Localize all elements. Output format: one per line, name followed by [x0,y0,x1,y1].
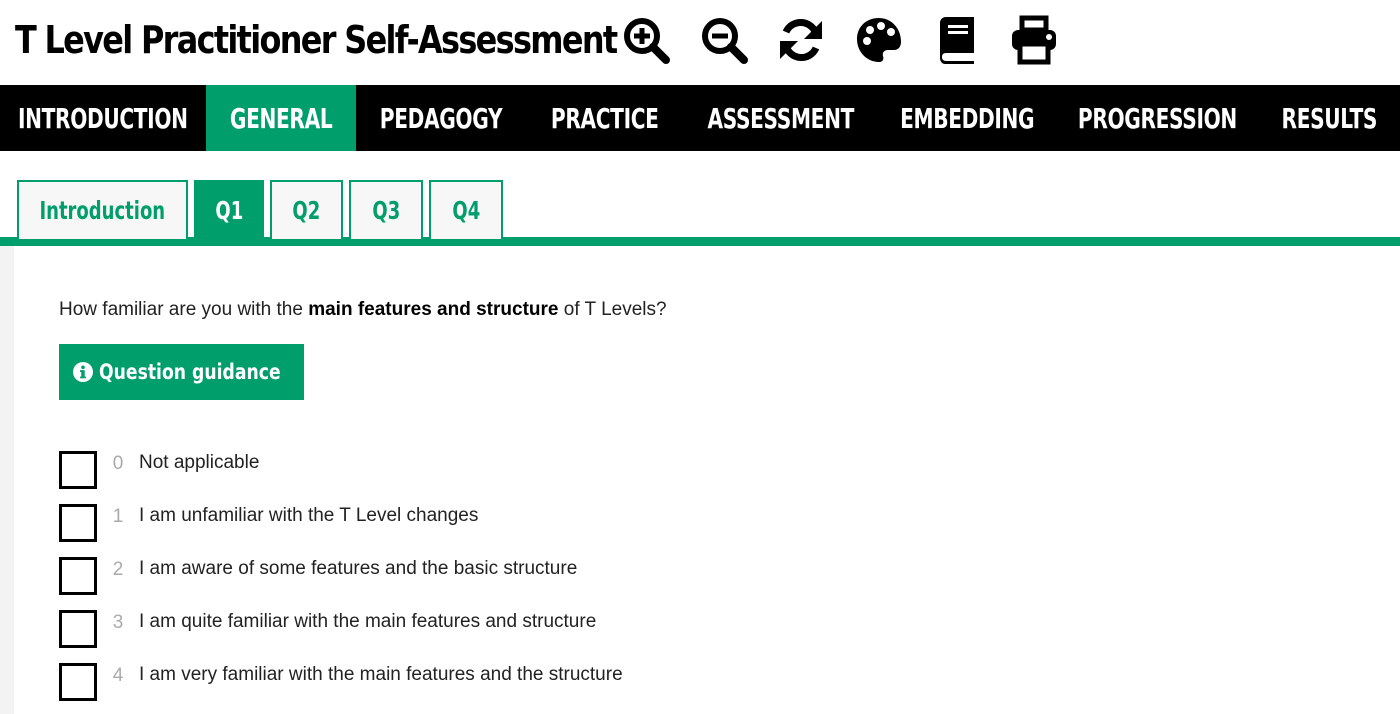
palette-icon [856,18,901,62]
nav-item-introduction[interactable]: INTRODUCTION [0,85,206,151]
tab-q4[interactable]: Q4 [429,180,503,239]
nav-item-pedagogy[interactable]: PEDAGOGY [356,85,526,151]
nav-item-embedding[interactable]: EMBEDDING [878,85,1056,151]
option-number: 1 [112,506,124,527]
question-panel: How familiar are you with the main featu… [0,246,1400,714]
palette-button[interactable] [851,12,907,68]
option-number: 3 [112,612,124,633]
question-tabs: Introduction Q1 Q2 Q3 Q4 [0,180,1400,246]
tab-q2[interactable]: Q2 [270,180,343,239]
refresh-icon [780,19,822,61]
zoom-in-icon [624,18,670,64]
option-label[interactable]: Not applicable [139,451,259,474]
zoom-out-icon [701,18,748,64]
nav-item-assessment[interactable]: ASSESSMENT [683,85,878,151]
answer-option[interactable]: 4 I am very familiar with the main featu… [59,663,623,714]
option-label[interactable]: I am unfamiliar with the T Level changes [139,504,478,527]
app-title: T Level Practitioner Self-Assessment [15,18,618,62]
answer-checkbox-1[interactable] [59,504,97,542]
answer-checkbox-3[interactable] [59,610,97,648]
print-button[interactable] [1006,12,1062,68]
answer-option[interactable]: 2 I am aware of some features and the ba… [59,557,623,610]
question-guidance-button[interactable]: Question guidance [59,344,304,400]
main-nav: INTRODUCTION GENERAL PEDAGOGY PRACTICE A… [0,85,1400,151]
guide-book-button[interactable] [928,12,984,68]
nav-item-results[interactable]: RESULTS [1258,85,1400,151]
answer-checkbox-0[interactable] [59,451,97,489]
answer-option[interactable]: 3 I am quite familiar with the main feat… [59,610,623,663]
nav-item-practice[interactable]: PRACTICE [526,85,683,151]
option-number: 2 [112,559,124,580]
answer-options: 0 Not applicable 1 I am unfamiliar with … [59,451,623,714]
side-gutter [0,246,14,714]
option-label[interactable]: I am aware of some features and the basi… [139,557,577,580]
option-label[interactable]: I am quite familiar with the main featur… [139,610,596,633]
nav-item-progression[interactable]: PROGRESSION [1056,85,1258,151]
info-icon [72,362,93,382]
book-icon [940,17,974,64]
print-icon [1011,15,1056,65]
answer-checkbox-4[interactable] [59,663,97,701]
option-number: 4 [112,665,124,686]
answer-option[interactable]: 0 Not applicable [59,451,623,504]
header: T Level Practitioner Self-Assessment [0,0,1400,85]
guidance-label: Question guidance [98,360,281,384]
refresh-button[interactable] [773,12,829,68]
tab-introduction[interactable]: Introduction [17,180,188,239]
toolbar [618,12,1083,68]
option-number: 0 [112,453,124,474]
answer-option[interactable]: 1 I am unfamiliar with the T Level chang… [59,504,623,557]
zoom-out-button[interactable] [696,12,752,68]
question-text: How familiar are you with the main featu… [59,299,667,320]
option-label[interactable]: I am very familiar with the main feature… [139,663,623,686]
tab-q3[interactable]: Q3 [349,180,423,239]
nav-item-general[interactable]: GENERAL [206,85,356,151]
zoom-in-button[interactable] [618,12,674,68]
tab-q1[interactable]: Q1 [194,180,264,239]
answer-checkbox-2[interactable] [59,557,97,595]
